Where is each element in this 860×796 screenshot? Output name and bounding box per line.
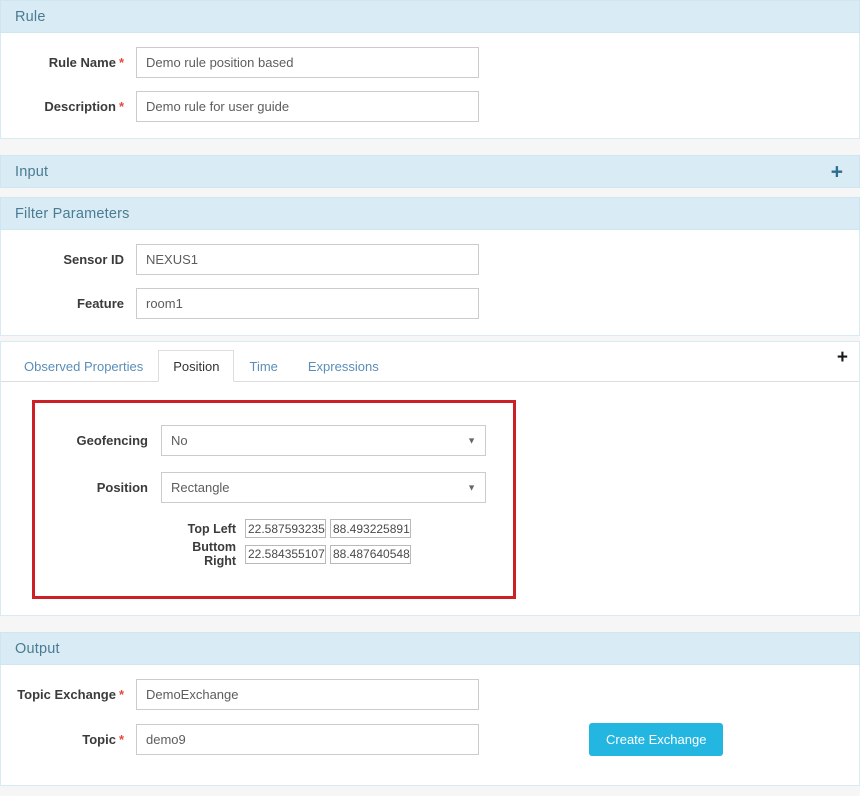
geofencing-row: Geofencing No ▼ xyxy=(35,425,513,456)
section-divider xyxy=(0,139,860,155)
rule-configuration-page: Rule Rule Name * Demo rule position based… xyxy=(0,0,860,796)
input-section-title: Input xyxy=(15,163,49,180)
add-criteria-icon[interactable]: + xyxy=(837,348,848,367)
topic-exchange-row: Topic Exchange * DemoExchange xyxy=(1,679,859,710)
position-shape-select[interactable]: Rectangle ▼ xyxy=(161,472,486,503)
geofencing-value: No xyxy=(171,433,188,448)
description-label: Description * xyxy=(44,99,124,114)
sensor-id-row: Sensor ID NEXUS1 xyxy=(1,244,859,275)
position-tab-content: Geofencing No ▼ Position Rectangle ▼ Top… xyxy=(1,382,859,615)
chevron-down-icon: ▼ xyxy=(467,435,476,445)
top-left-longitude-input[interactable]: 88.493225891 xyxy=(330,519,411,538)
criteria-tab-panel: Observed Properties Position Time Expres… xyxy=(0,341,860,616)
rule-name-input[interactable]: Demo rule position based xyxy=(136,47,479,78)
feature-row: Feature room1 xyxy=(1,288,859,319)
rule-section-title: Rule xyxy=(15,8,46,25)
position-shape-label: Position xyxy=(96,480,148,495)
tab-strip: Observed Properties Position Time Expres… xyxy=(1,342,859,382)
output-section-body: Topic Exchange * DemoExchange Topic * demo… xyxy=(0,665,860,786)
topic-label: Topic * xyxy=(82,732,124,747)
rule-section-body: Rule Name * Demo rule position based Desc… xyxy=(0,33,860,139)
required-marker: * xyxy=(118,55,124,70)
topic-exchange-label: Topic Exchange * xyxy=(17,687,124,702)
position-highlight-box: Geofencing No ▼ Position Rectangle ▼ Top… xyxy=(32,400,516,599)
sensor-id-input[interactable]: NEXUS1 xyxy=(136,244,479,275)
bottom-right-label: Buttom Right xyxy=(192,540,236,568)
output-section-header: Output xyxy=(0,632,860,665)
tab-expressions[interactable]: Expressions xyxy=(293,350,394,382)
tab-position[interactable]: Position xyxy=(158,350,235,382)
topic-row: Topic * demo9 Create Exchange xyxy=(1,723,859,756)
sensor-id-label: Sensor ID xyxy=(63,252,124,267)
section-divider xyxy=(0,188,860,197)
bottom-right-row: Buttom Right 22.584355107 88.487640548 xyxy=(161,540,513,568)
position-shape-row: Position Rectangle ▼ xyxy=(35,472,513,503)
top-left-latitude-input[interactable]: 22.587593235 xyxy=(245,519,326,538)
position-shape-value: Rectangle xyxy=(171,480,230,495)
filter-parameters-title: Filter Parameters xyxy=(15,205,130,222)
feature-label: Feature xyxy=(77,296,124,311)
description-row: Description * Demo rule for user guide xyxy=(1,91,859,122)
filter-parameters-header: Filter Parameters xyxy=(0,197,860,230)
top-left-label: Top Left xyxy=(187,521,236,536)
bottom-right-latitude-input[interactable]: 22.584355107 xyxy=(245,544,326,564)
geofencing-select[interactable]: No ▼ xyxy=(161,425,486,456)
feature-input[interactable]: room1 xyxy=(136,288,479,319)
create-exchange-button[interactable]: Create Exchange xyxy=(589,723,724,756)
tab-time[interactable]: Time xyxy=(234,350,292,382)
topic-input[interactable]: demo9 xyxy=(136,724,479,755)
tab-observed-properties[interactable]: Observed Properties xyxy=(9,350,158,382)
required-marker: * xyxy=(118,99,124,114)
filter-parameters-body: Sensor ID NEXUS1 Feature room1 xyxy=(0,230,860,336)
geofencing-label: Geofencing xyxy=(76,433,148,448)
bottom-right-longitude-input[interactable]: 88.487640548 xyxy=(330,544,411,564)
rule-section-header: Rule xyxy=(0,0,860,33)
add-input-icon[interactable]: + xyxy=(831,161,843,182)
chevron-down-icon: ▼ xyxy=(467,482,476,492)
output-section-title: Output xyxy=(15,640,60,657)
description-input[interactable]: Demo rule for user guide xyxy=(136,91,479,122)
section-divider xyxy=(0,616,860,632)
rule-name-label: Rule Name * xyxy=(48,55,124,70)
input-section-header[interactable]: Input + xyxy=(0,155,860,188)
topic-exchange-input[interactable]: DemoExchange xyxy=(136,679,479,710)
coordinate-grid: Top Left 22.587593235 88.493225891 Butto… xyxy=(161,519,513,568)
required-marker: * xyxy=(118,687,124,702)
required-marker: * xyxy=(118,732,124,747)
top-left-row: Top Left 22.587593235 88.493225891 xyxy=(161,519,513,538)
rule-name-row: Rule Name * Demo rule position based xyxy=(1,47,859,78)
